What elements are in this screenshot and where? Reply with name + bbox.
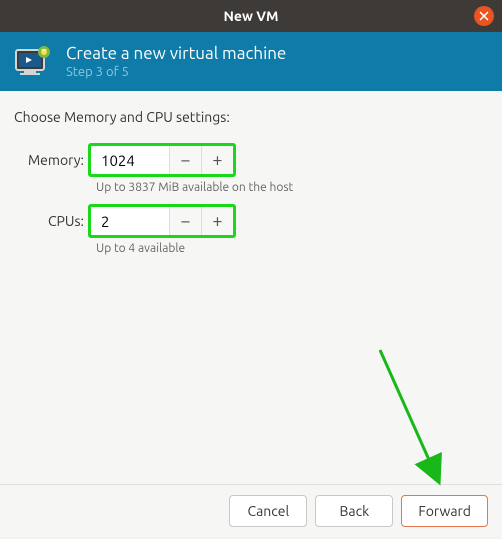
wizard-title: Create a new virtual machine bbox=[66, 44, 286, 63]
forward-button[interactable]: Forward bbox=[401, 495, 488, 527]
close-icon bbox=[479, 11, 489, 21]
back-button[interactable]: Back bbox=[315, 495, 393, 527]
memory-decrement-button[interactable]: − bbox=[169, 146, 201, 174]
settings-prompt: Choose Memory and CPU settings: bbox=[14, 109, 488, 125]
memory-row: Memory: − + bbox=[14, 143, 488, 177]
content-area: Choose Memory and CPU settings: Memory: … bbox=[0, 91, 502, 484]
cpus-label: CPUs: bbox=[14, 213, 88, 229]
memory-input[interactable] bbox=[91, 146, 169, 174]
wizard-step: Step 3 of 5 bbox=[66, 65, 286, 79]
cpus-stepper: − + bbox=[88, 204, 236, 238]
memory-stepper: − + bbox=[88, 143, 236, 177]
memory-label: Memory: bbox=[14, 152, 88, 168]
footer: Cancel Back Forward bbox=[0, 484, 502, 537]
cpus-row: CPUs: − + bbox=[14, 204, 488, 238]
vm-icon bbox=[14, 46, 54, 78]
cpus-increment-button[interactable]: + bbox=[201, 207, 233, 235]
wizard-header: Create a new virtual machine Step 3 of 5 bbox=[0, 32, 502, 91]
memory-hint: Up to 3837 MiB available on the host bbox=[96, 181, 488, 194]
cpus-hint: Up to 4 available bbox=[96, 242, 488, 255]
titlebar: New VM bbox=[0, 0, 502, 32]
cpus-input[interactable] bbox=[91, 207, 169, 235]
cpus-decrement-button[interactable]: − bbox=[169, 207, 201, 235]
cancel-button[interactable]: Cancel bbox=[229, 495, 307, 527]
memory-increment-button[interactable]: + bbox=[201, 146, 233, 174]
close-button[interactable] bbox=[474, 6, 494, 26]
window-title: New VM bbox=[223, 8, 278, 24]
